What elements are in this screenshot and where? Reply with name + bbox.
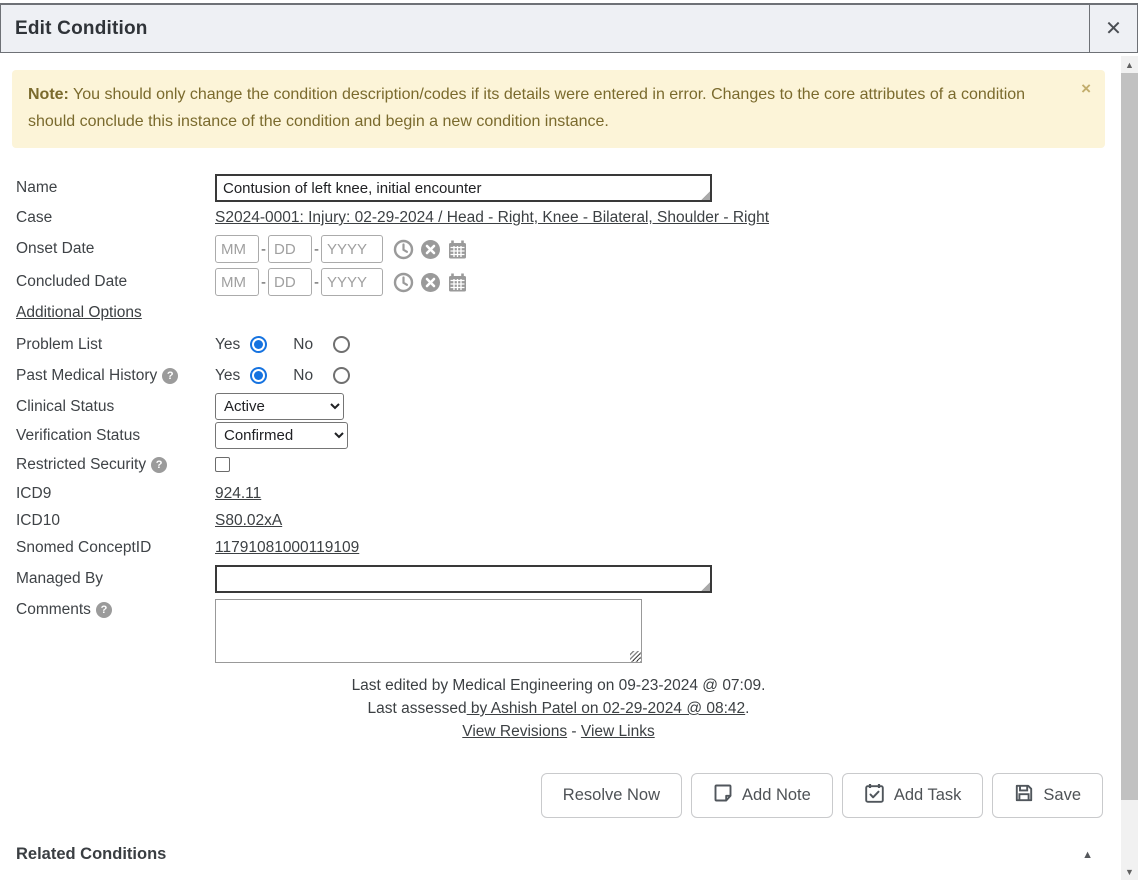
onset-month-input[interactable]	[215, 235, 259, 263]
vertical-scrollbar[interactable]: ▲ ▼	[1121, 56, 1138, 880]
concluded-calendar-icon[interactable]	[447, 272, 468, 293]
dialog-title: Edit Condition	[1, 18, 148, 40]
clinical-status-select[interactable]: Active	[215, 393, 344, 420]
date-separator: -	[261, 241, 266, 258]
comments-help-icon[interactable]: ?	[96, 602, 112, 618]
note-text: You should only change the condition des…	[28, 86, 1025, 130]
edit-condition-dialog: Edit Condition ✕ Note: You should only c…	[0, 0, 1138, 880]
close-button[interactable]: ✕	[1089, 5, 1137, 52]
concluded-now-clock-icon[interactable]	[393, 272, 414, 293]
managed-by-label: Managed By	[16, 570, 215, 588]
add-note-button[interactable]: Add Note	[691, 773, 833, 818]
calendar-check-icon	[864, 783, 885, 809]
date-separator: -	[314, 241, 319, 258]
date-separator: -	[261, 274, 266, 291]
pmh-no-label: No	[293, 367, 313, 385]
links-separator: -	[567, 723, 581, 740]
concluded-clear-icon[interactable]	[420, 272, 441, 293]
problem-list-yes-label: Yes	[215, 336, 240, 354]
pmh-no-radio[interactable]	[333, 367, 350, 384]
scrollbar-thumb[interactable]	[1121, 73, 1138, 800]
restricted-security-checkbox[interactable]	[215, 457, 230, 472]
past-medical-history-help-icon[interactable]: ?	[162, 368, 178, 384]
problem-list-no-label: No	[293, 336, 313, 354]
audit-info: Last edited by Medical Engineering on 09…	[12, 674, 1105, 743]
save-floppy-icon	[1014, 783, 1034, 808]
save-button[interactable]: Save	[992, 773, 1103, 818]
add-note-label: Add Note	[742, 786, 811, 805]
view-links-link[interactable]: View Links	[581, 723, 655, 740]
problem-list-no-radio[interactable]	[333, 336, 350, 353]
onset-year-input[interactable]	[321, 235, 383, 263]
note-page-icon	[713, 783, 733, 808]
scroll-up-icon[interactable]: ▲	[1121, 56, 1138, 73]
last-assessed-link[interactable]: by Ashish Patel on 02-29-2024 @ 08:42	[467, 700, 746, 717]
verification-status-label: Verification Status	[16, 427, 215, 445]
note-label: Note:	[28, 86, 69, 103]
related-conditions-section: Related Conditions ▲	[16, 845, 1093, 864]
resolve-now-label: Resolve Now	[563, 786, 660, 805]
icd10-link[interactable]: S80.02xA	[215, 512, 282, 530]
last-assessed-suffix: .	[745, 700, 749, 717]
concluded-day-input[interactable]	[268, 268, 312, 296]
snomed-conceptid-link[interactable]: 11791081000119109	[215, 539, 359, 557]
date-separator: -	[314, 274, 319, 291]
concluded-year-input[interactable]	[321, 268, 383, 296]
managed-by-input[interactable]	[215, 565, 712, 593]
name-input[interactable]	[215, 174, 712, 202]
collapse-chevron-icon[interactable]: ▲	[1082, 849, 1093, 861]
save-label: Save	[1043, 786, 1081, 805]
condition-form: Name Case S2024-0001: Injury: 02-29-2024…	[16, 174, 1121, 663]
onset-day-input[interactable]	[268, 235, 312, 263]
icd9-label: ICD9	[16, 485, 215, 503]
clinical-status-label: Clinical Status	[16, 398, 215, 416]
scroll-down-icon[interactable]: ▼	[1121, 863, 1138, 880]
icd9-link[interactable]: 924.11	[215, 485, 261, 503]
resolve-now-button[interactable]: Resolve Now	[541, 773, 682, 818]
action-buttons: Resolve Now Add Note Add Task Save	[0, 773, 1103, 818]
additional-options-link[interactable]: Additional Options	[16, 304, 142, 322]
past-medical-history-label: Past Medical History	[16, 367, 157, 385]
onset-date-label: Onset Date	[16, 240, 215, 258]
onset-clear-icon[interactable]	[420, 239, 441, 260]
close-icon: ✕	[1105, 16, 1122, 41]
view-revisions-link[interactable]: View Revisions	[462, 723, 567, 740]
dialog-header: Edit Condition ✕	[0, 3, 1138, 53]
restricted-security-help-icon[interactable]: ?	[151, 457, 167, 473]
related-conditions-title: Related Conditions	[16, 845, 166, 864]
comments-label: Comments	[16, 601, 91, 619]
problem-list-label: Problem List	[16, 336, 215, 354]
icd10-label: ICD10	[16, 512, 215, 530]
onset-now-clock-icon[interactable]	[393, 239, 414, 260]
note-dismiss-icon[interactable]: ×	[1081, 80, 1091, 97]
verification-status-select[interactable]: Confirmed	[215, 422, 348, 449]
snomed-conceptid-label: Snomed ConceptID	[16, 539, 215, 557]
dialog-body: Note: You should only change the conditi…	[0, 56, 1121, 880]
pmh-yes-label: Yes	[215, 367, 240, 385]
add-task-button[interactable]: Add Task	[842, 773, 984, 818]
case-label: Case	[16, 209, 215, 227]
onset-calendar-icon[interactable]	[447, 239, 468, 260]
last-edited-text: Last edited by Medical Engineering on 09…	[12, 674, 1105, 697]
comments-textarea[interactable]	[215, 599, 642, 663]
case-link[interactable]: S2024-0001: Injury: 02-29-2024 / Head - …	[215, 209, 769, 227]
add-task-label: Add Task	[894, 786, 962, 805]
concluded-month-input[interactable]	[215, 268, 259, 296]
name-label: Name	[16, 179, 215, 197]
last-assessed-prefix: Last assessed	[368, 700, 467, 717]
note-banner: Note: You should only change the conditi…	[12, 70, 1105, 148]
pmh-yes-radio[interactable]	[250, 367, 267, 384]
concluded-date-label: Concluded Date	[16, 273, 215, 291]
problem-list-yes-radio[interactable]	[250, 336, 267, 353]
restricted-security-label: Restricted Security	[16, 456, 146, 474]
